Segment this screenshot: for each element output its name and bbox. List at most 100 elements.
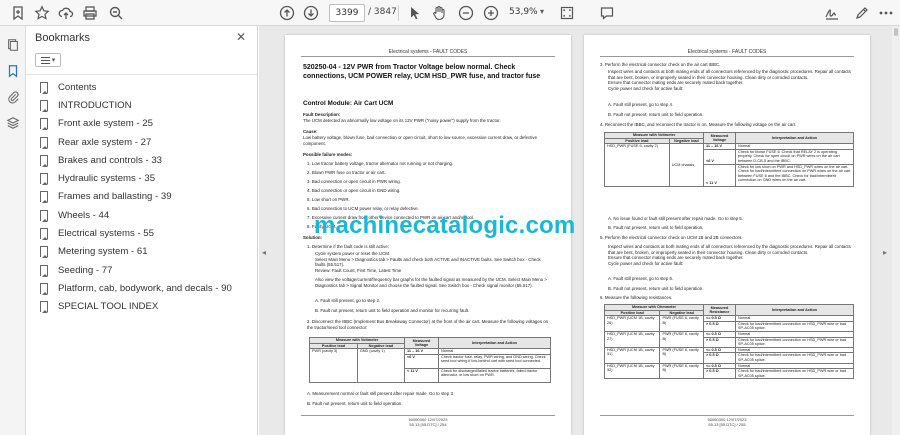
minus-icon[interactable] xyxy=(456,3,476,23)
bookmark-item[interactable]: Brakes and controls - 33 xyxy=(40,151,250,169)
list-item: 1. Low tractor battery voltage, tractor … xyxy=(307,161,454,166)
bookmark-icon xyxy=(40,301,48,314)
table-header: Measured Voltage xyxy=(404,336,439,350)
bookmark-item[interactable]: SPECIAL TOOL INDEX xyxy=(40,298,250,316)
bookmark-item[interactable]: Hydraulic systems - 35 xyxy=(40,169,250,187)
step-1-more: Also view the voltage/current/frequency … xyxy=(315,277,547,288)
fit-page-icon[interactable] xyxy=(557,3,577,23)
table-subheader: Negative lead xyxy=(668,137,705,145)
bookmarks-panel: Bookmarks ✕ ▾ Contents INTRODUCTION Front … xyxy=(26,26,258,435)
bookmark-label: Hydraulic systems - 35 xyxy=(58,173,156,185)
step-5-text: Inspect wires and contacts at both matin… xyxy=(608,244,851,266)
table-header: Interpretation and Action xyxy=(438,336,551,350)
step-4-option-b: B. Fault not present, return unit to fie… xyxy=(608,225,704,230)
step-4: 4. Reconnect the IBBC, and reconnect the… xyxy=(600,122,797,127)
bookmarks-panel-icon[interactable] xyxy=(4,62,22,80)
edit-icon[interactable] xyxy=(852,3,872,23)
fault-description: The UCM detected an abnormally low volta… xyxy=(303,118,501,123)
bookmark-item[interactable]: Metering system - 61 xyxy=(40,243,250,261)
page-footer: 90060300 12/07/2023 55.13 [55.DTC] / 254 xyxy=(408,417,448,427)
fault-description-heading: Fault Description: xyxy=(303,112,341,117)
page-right: Electrical systems - FAULT CODES 3. Perf… xyxy=(584,35,870,435)
bookmark-options-button[interactable]: ▾ xyxy=(35,53,61,67)
attachment-icon[interactable] xyxy=(4,88,22,106)
bookmark-item[interactable]: Front axle system - 25 xyxy=(40,115,250,133)
bookmark-label: Frames and ballasting - 39 xyxy=(58,191,172,203)
chevron-down-icon: ▾ xyxy=(51,57,56,64)
failure-modes-heading: Possible failure modes: xyxy=(303,152,353,157)
step-2-option-a: A. Measurement normal or fault still pre… xyxy=(307,391,455,396)
watermark-text: machinecatalogic.com xyxy=(314,212,576,239)
step-5-option-a: A. Fault still present, go to step 6. xyxy=(608,276,674,281)
step-3: 3. Perform the electrical connector chec… xyxy=(600,62,721,67)
step-2-option-b: B. Fault not present, return unit to fie… xyxy=(307,401,403,406)
vertical-scrollbar[interactable] xyxy=(892,26,900,435)
bookmark-item[interactable]: Rear axle system - 27 xyxy=(40,133,250,151)
table-header: Interpretation and Action xyxy=(735,131,854,145)
plus-icon[interactable] xyxy=(481,3,501,23)
bookmark-item[interactable]: Seeding - 77 xyxy=(40,261,250,279)
toolbar: 3399 / 3847 53,9% ▾ xyxy=(0,0,900,26)
previous-page-icon[interactable]: ◂ xyxy=(262,248,266,257)
list-item: 6. Bad connection to UCM power relay, or… xyxy=(307,205,419,211)
bookmark-list: Contents INTRODUCTION Front axle system - … xyxy=(40,78,250,316)
bookmark-icon xyxy=(40,191,48,204)
page-up-icon[interactable] xyxy=(277,3,297,23)
page-footer: 90060300 12/07/2023 55.13 [55.DTC] / 255 xyxy=(707,417,747,427)
bookmark-label: Seeding - 77 xyxy=(58,264,113,276)
comment-icon[interactable] xyxy=(597,3,617,23)
bookmark-label: INTRODUCTION xyxy=(58,99,132,111)
cause-heading: Cause: xyxy=(303,129,318,134)
list-item: 4. Bad connection or open circuit in GND… xyxy=(307,187,401,193)
list-item: 5. Low short on PWR. xyxy=(307,196,350,202)
voltage-table-1: Measure with Voltmeter Measured Voltage … xyxy=(309,336,551,383)
page-down-icon[interactable] xyxy=(301,3,321,23)
control-module: Control Module: Air Cart UCM xyxy=(303,100,394,107)
more-icon[interactable] xyxy=(876,3,896,23)
bookmark-label: Wheels - 44 xyxy=(58,209,110,221)
step-1-option-a: A. Fault still present, go to step 2. xyxy=(315,298,381,303)
step-5-option-b: B. Fault not present, return unit to fie… xyxy=(608,286,704,291)
bookmark-icon xyxy=(40,209,48,222)
bookmark-item[interactable]: Frames and ballasting - 39 xyxy=(40,188,250,206)
thumbnails-icon[interactable] xyxy=(4,36,22,54)
bookmark-item[interactable]: Platform, cab, bodywork, and decals - 90 xyxy=(40,279,250,297)
scrollbar-thumb[interactable] xyxy=(894,28,898,36)
layers-icon[interactable] xyxy=(4,114,22,132)
page-number-input[interactable]: 3399 xyxy=(329,4,365,22)
bookmark-label: Front axle system - 25 xyxy=(58,118,153,130)
bookmark-icon xyxy=(40,99,48,112)
bookmark-icon xyxy=(40,264,48,277)
cursor-icon[interactable] xyxy=(405,3,425,23)
bookmark-label: Rear axle system - 27 xyxy=(58,136,152,148)
bookmark-icon xyxy=(40,173,48,186)
next-page-icon[interactable]: ▸ xyxy=(883,248,887,257)
bookmark-icon xyxy=(40,81,48,94)
upload-icon[interactable] xyxy=(56,3,76,23)
bookmark-label: Platform, cab, bodywork, and decals - 90 xyxy=(58,282,232,294)
table-header: Interpretation and Action xyxy=(735,303,854,317)
sign-icon[interactable] xyxy=(822,3,842,23)
bookmark-item[interactable]: Wheels - 44 xyxy=(40,206,250,224)
zoom-out-icon[interactable] xyxy=(106,3,126,23)
star-icon[interactable] xyxy=(32,3,52,23)
fault-title: 520250-04 - 12V PWR from Tractor Voltage… xyxy=(303,64,541,80)
step-6: 6. Measure the following resistances. xyxy=(600,295,673,300)
step-1: 1. Determine if the fault code is still … xyxy=(307,244,389,249)
page-header: Electrical systems - FAULT CODES xyxy=(388,49,468,55)
bookmark-add-icon[interactable] xyxy=(8,3,28,23)
print-icon[interactable] xyxy=(80,3,100,23)
bookmark-label: SPECIAL TOOL INDEX xyxy=(58,301,159,313)
page-total: / 3847 xyxy=(368,7,397,17)
bookmark-item[interactable]: Electrical systems - 55 xyxy=(40,224,250,242)
step-3-option-a: A. Fault still present, go to step 4. xyxy=(608,102,674,107)
bookmark-label: Electrical systems - 55 xyxy=(58,228,154,240)
page-header: Electrical systems - FAULT CODES xyxy=(687,49,767,55)
bookmark-item[interactable]: INTRODUCTION xyxy=(40,96,250,114)
close-icon[interactable]: ✕ xyxy=(236,30,246,44)
hand-icon[interactable] xyxy=(429,3,449,23)
bookmark-label: Contents xyxy=(58,81,97,93)
bookmark-item[interactable]: Contents xyxy=(40,78,250,96)
zoom-level[interactable]: 53,9% xyxy=(509,7,538,17)
zoom-dropdown-icon[interactable]: ▾ xyxy=(540,7,544,16)
